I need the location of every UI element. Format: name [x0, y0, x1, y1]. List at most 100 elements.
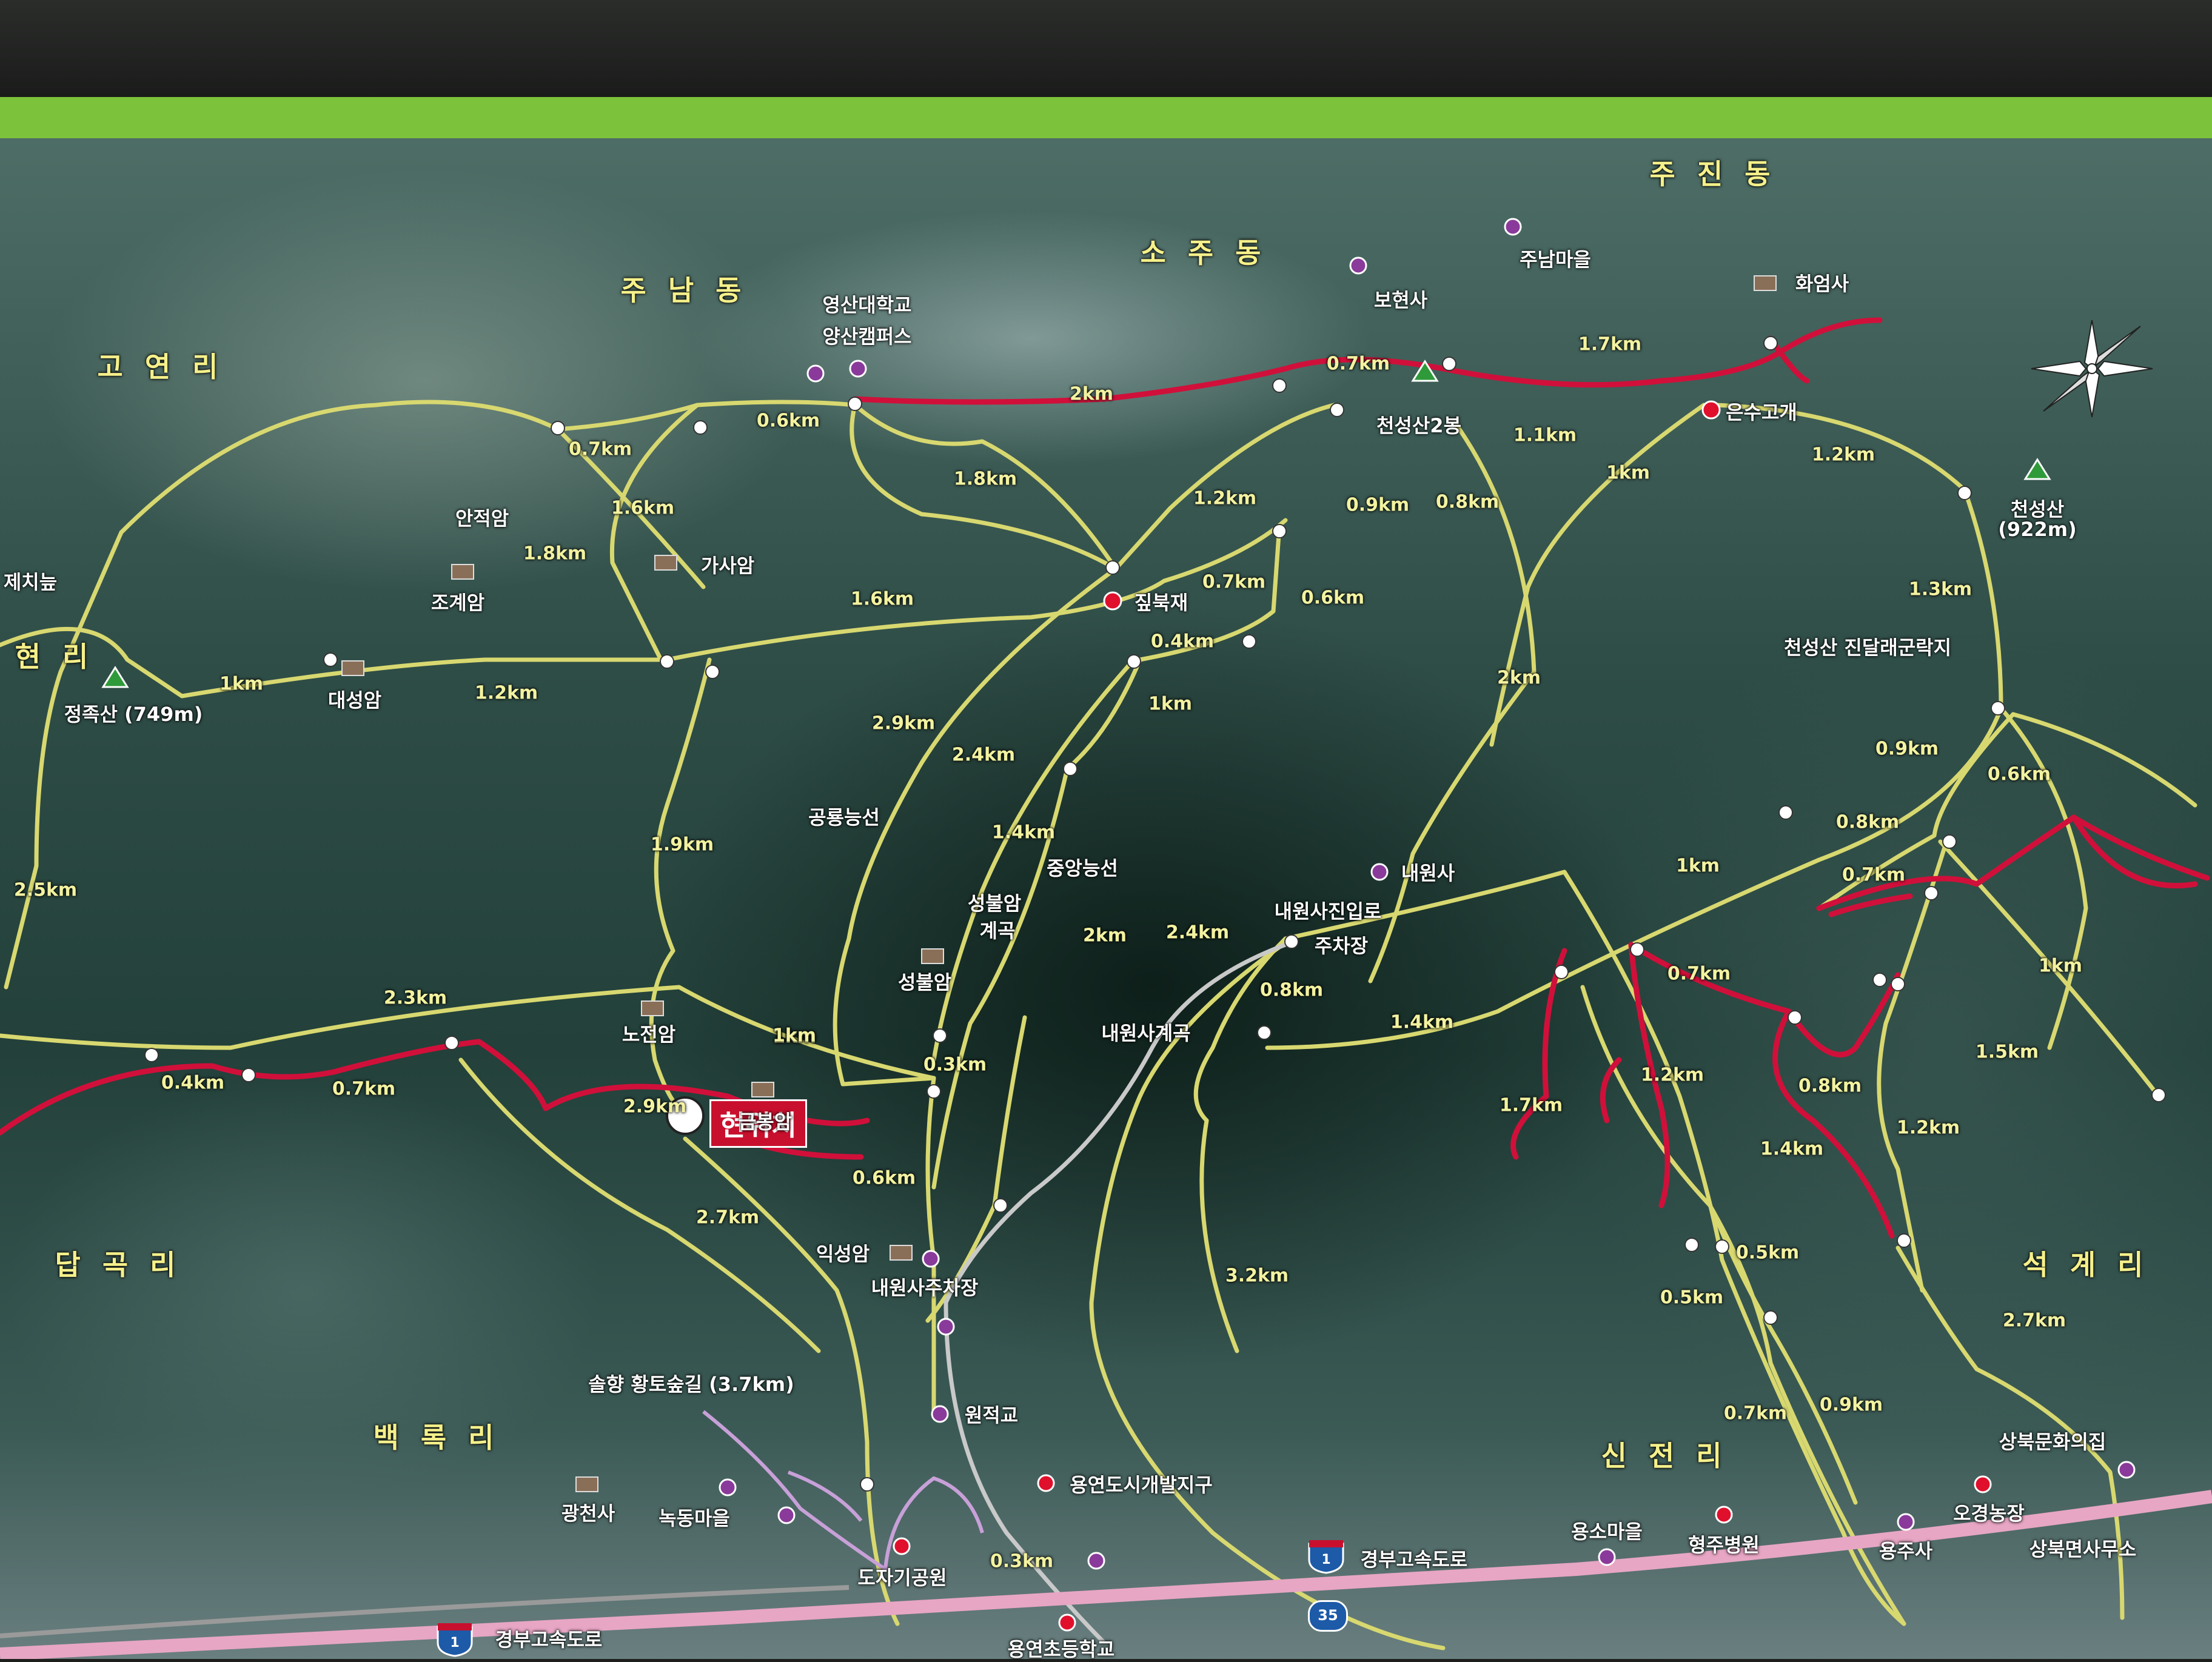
- distance-label: 1.2km: [1811, 444, 1875, 466]
- poi-marker-red: [1701, 400, 1721, 420]
- junction-dot: [993, 1198, 1008, 1213]
- distance-label: 1km: [1606, 462, 1651, 484]
- place-label: 노전암: [622, 1023, 676, 1046]
- junction-dot: [1272, 378, 1287, 393]
- junction-dot: [1063, 762, 1078, 776]
- distance-label: 0.6km: [852, 1167, 916, 1189]
- place-label: 은수고개: [1726, 401, 1797, 424]
- distance-label: 0.3km: [990, 1550, 1054, 1572]
- distance-label: 1km: [1675, 855, 1720, 877]
- temple-icon: [654, 555, 677, 571]
- place-label: 내원사주차장: [871, 1276, 979, 1299]
- place-label: 주차장: [1314, 934, 1369, 957]
- district-label: 신 전 리: [1601, 1439, 1728, 1472]
- junction-dot: [1991, 701, 2005, 715]
- distance-label: 0.8km: [1835, 811, 1900, 833]
- junction-dot: [933, 1028, 947, 1043]
- place-label: 용주사: [1879, 1540, 1933, 1563]
- distance-label: 2.9km: [871, 712, 936, 734]
- peak-icon: [2023, 458, 2051, 480]
- junction-dot: [1957, 486, 1972, 500]
- distance-label: 1.5km: [1975, 1041, 2039, 1063]
- place-label: 천성산 진달래군락지: [1783, 636, 1952, 659]
- junction-dot: [1442, 357, 1456, 371]
- temple-icon: [641, 1000, 664, 1016]
- junction-dot: [1105, 560, 1120, 575]
- junction-dot: [323, 652, 338, 667]
- place-label: 광천사: [561, 1502, 615, 1525]
- district-label: 주 남 동: [620, 274, 748, 307]
- place-label: 원적교: [964, 1404, 1019, 1427]
- temple-icon: [751, 1082, 774, 1097]
- place-label: 내원사진입로: [1274, 900, 1382, 923]
- distance-label: 1km: [772, 1025, 817, 1047]
- temple-icon: [341, 660, 364, 676]
- place-label: 상북문화의집: [1999, 1430, 2106, 1453]
- place-label: 오경농장: [1953, 1502, 2025, 1525]
- junction-dot: [693, 420, 708, 435]
- place-label: 익성암: [816, 1242, 870, 1265]
- poi-marker: [777, 1506, 796, 1524]
- junction-dot: [1924, 886, 1939, 900]
- district-label: 석 계 리: [2022, 1248, 2150, 1281]
- distance-label: 0.9km: [1819, 1394, 1883, 1416]
- map-area: 현위치 주 진 동 소 주 동 주 남 동 고 연 리 현 리 답 곡 리 백 …: [0, 138, 2212, 1661]
- place-label: 공룡능선: [808, 806, 880, 829]
- place-label: 용소마을: [1571, 1520, 1643, 1543]
- junction-dot: [1788, 1010, 1802, 1025]
- poi-marker: [922, 1250, 940, 1268]
- place-label: 금봉암: [738, 1110, 793, 1133]
- trail-segment: [1999, 706, 2088, 1050]
- place-label: 양산캠퍼스: [822, 325, 912, 348]
- place-label: 영산대학교: [822, 293, 912, 317]
- expressway-shield-icon: 1: [435, 1622, 474, 1657]
- junction-dot: [1257, 1025, 1272, 1040]
- shield-number: 1: [450, 1635, 460, 1650]
- peak-elevation: (922m): [1998, 518, 2077, 541]
- distance-label: 1.6km: [850, 588, 914, 610]
- distance-label: 1.9km: [650, 834, 714, 856]
- distance-label: 0.9km: [1875, 738, 1939, 760]
- distance-label: 0.9km: [1346, 494, 1410, 516]
- place-label: 제치늪: [3, 571, 58, 594]
- distance-label: 1km: [1148, 693, 1193, 715]
- distance-label: 1km: [2038, 955, 2083, 977]
- temple-icon: [451, 564, 474, 580]
- place-label: 짚북재: [1134, 591, 1188, 614]
- district-label: 소 주 동: [1140, 236, 1267, 269]
- temple-icon: [575, 1476, 598, 1492]
- junction-dot: [1284, 934, 1299, 949]
- junction-dot: [1715, 1239, 1729, 1254]
- distance-label: 1.4km: [1390, 1011, 1454, 1033]
- distance-label: 0.7km: [568, 438, 632, 460]
- junction-dot: [860, 1477, 874, 1492]
- junction-dot: [1684, 1238, 1699, 1252]
- junction-dot: [1778, 805, 1793, 820]
- peak-label: 천성산2봉: [1376, 414, 1462, 437]
- junction-dot: [241, 1068, 256, 1082]
- poi-marker-red: [1037, 1474, 1055, 1492]
- place-label: 성불암: [967, 892, 1022, 915]
- place-label: 화엄사: [1795, 272, 1849, 295]
- distance-label: 0.8km: [1435, 491, 1500, 513]
- distance-label: 0.5km: [1735, 1242, 1800, 1264]
- junction-dot: [927, 1084, 941, 1099]
- distance-label: 0.7km: [1667, 963, 1731, 985]
- place-label: 내원사: [1401, 862, 1455, 885]
- district-label: 주 진 동: [1649, 158, 1777, 190]
- junction-dot: [1630, 942, 1644, 957]
- distance-label: 0.7km: [332, 1078, 396, 1100]
- junction-dot: [1272, 524, 1287, 538]
- junction-dot: [1942, 834, 1957, 849]
- soft-trail: [787, 1470, 863, 1522]
- distance-label: 1.8km: [523, 543, 587, 565]
- distance-label: 2.4km: [1165, 922, 1230, 943]
- trail-segment: [4, 530, 124, 990]
- distance-label: 2.7km: [2002, 1310, 2066, 1332]
- district-label: 현 리: [15, 640, 95, 673]
- poi-marker-red: [1103, 591, 1122, 611]
- place-label: 조계암: [431, 591, 485, 614]
- distance-label: 0.8km: [1259, 979, 1324, 1001]
- poi-marker: [2117, 1461, 2136, 1479]
- poi-marker: [849, 360, 867, 378]
